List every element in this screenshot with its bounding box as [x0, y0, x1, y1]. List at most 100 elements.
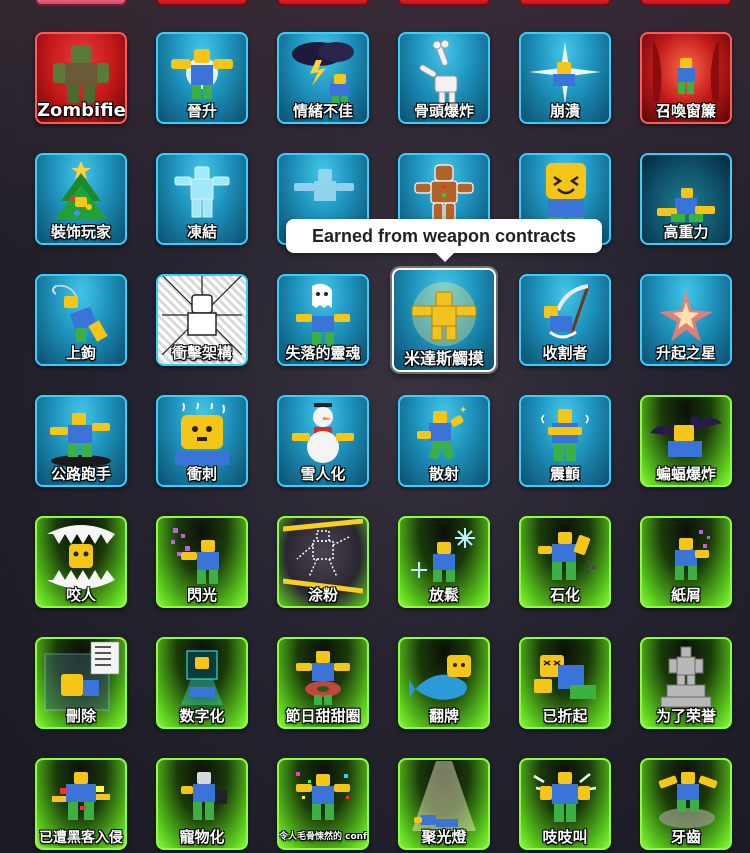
scatter-icon: ✦	[417, 405, 467, 460]
emote-label: 雪人化	[300, 465, 346, 483]
curtain-icon	[653, 41, 719, 102]
emote-card-ascend[interactable]: 晉升	[156, 32, 248, 124]
laughing-face-icon	[546, 162, 586, 225]
emote-card-folded[interactable]: 已折起	[519, 637, 611, 729]
dash-face-icon	[175, 402, 229, 465]
storm-cloud-icon	[292, 41, 354, 104]
emote-label: 散射	[428, 465, 459, 483]
ghost-icon	[296, 283, 350, 346]
bite-teeth-icon	[47, 524, 115, 589]
emote-card-digitize[interactable]: 数字化	[156, 637, 248, 729]
emote-card-chalk[interactable]: 涂粉	[277, 516, 369, 608]
emote-label: 高重力	[663, 223, 709, 241]
emote-card-curtain[interactable]: 召喚窗簾	[640, 32, 732, 124]
flash-burst-icon	[529, 41, 601, 104]
emote-card-road-runner[interactable]: 公路跑手	[35, 395, 127, 487]
tremble-icon	[541, 408, 589, 461]
emote-label: 令人毛骨悚然的 confetti	[279, 832, 367, 842]
bat-icon	[650, 415, 722, 457]
snowflake-icon	[411, 527, 475, 582]
emote-card-bat-burst[interactable]: 蝙蝠爆炸	[640, 395, 732, 487]
emote-label: 失落的靈魂	[285, 344, 361, 362]
ascend-icon	[171, 48, 233, 99]
emote-label: 衝擊架構	[171, 344, 232, 362]
emote-card-relax[interactable]: 放鬆	[398, 516, 490, 608]
scythe-icon	[544, 283, 590, 339]
emote-label: 已遭黑客入侵	[39, 830, 123, 846]
emote-card-spotlight[interactable]: 聚光燈	[398, 758, 490, 850]
emote-card-holiday-donut[interactable]: 節日甜甜圈	[277, 637, 369, 729]
emote-label: 閃光	[186, 586, 217, 604]
pet-icon	[181, 771, 227, 820]
emote-label: 已折起	[542, 707, 588, 725]
emote-card-delete[interactable]: 刪除	[35, 637, 127, 729]
emote-label: 咬人	[65, 586, 96, 604]
emote-card-tremble[interactable]: 震顫	[519, 395, 611, 487]
emote-card-bite[interactable]: 咬人	[35, 516, 127, 608]
emote-card-hacked[interactable]: 已遭黑客入侵	[35, 758, 127, 850]
emote-card-creepy-confetti[interactable]: 令人毛骨悚然的 confetti	[277, 758, 369, 850]
emote-card-impact-frame[interactable]: 衝擊架構	[156, 274, 248, 366]
donut-icon	[296, 650, 350, 705]
runner-icon	[50, 412, 111, 467]
emote-card-zombified[interactable]: Zombified	[35, 32, 127, 124]
squeak-icon	[533, 771, 597, 822]
emote-label: 寵物化	[179, 828, 225, 846]
tooltip-arrow	[435, 252, 455, 262]
emote-card-bone-burst[interactable]: 骨頭爆炸	[398, 32, 490, 124]
emote-label: Zombified	[37, 100, 126, 121]
emote-label: 衝刺	[186, 465, 217, 483]
bone-icon	[419, 39, 458, 105]
emote-card-squeak[interactable]: 吱吱叫	[519, 758, 611, 850]
emote-card-teeth[interactable]: 牙齒	[640, 758, 732, 850]
emote-card-petrify[interactable]: 石化	[519, 516, 611, 608]
emote-card-petify[interactable]: 寵物化	[156, 758, 248, 850]
gold-figure-icon	[411, 282, 477, 346]
hologram-icon	[181, 650, 223, 705]
emote-label: 石化	[549, 586, 580, 604]
emote-label: 放鬆	[428, 586, 459, 604]
emote-grid: Zombified 晉升 情緒不佳	[0, 0, 750, 853]
emote-label: 蝙蝠爆炸	[655, 465, 716, 483]
emote-label: 紙屑	[670, 586, 701, 604]
emote-card-paper-scraps[interactable]: 紙屑	[640, 516, 732, 608]
confetti-icon	[296, 771, 350, 820]
emote-card-reaper[interactable]: 收割者	[519, 274, 611, 366]
emote-card-dash[interactable]: 衝刺	[156, 395, 248, 487]
emote-card-high-gravity[interactable]: 高重力	[640, 153, 732, 245]
emote-label: 吱吱叫	[542, 828, 588, 846]
emote-label: 米達斯觸摸	[403, 349, 484, 368]
snowman-icon	[292, 402, 354, 463]
emote-card-for-honor[interactable]: 为了荣誉	[640, 637, 732, 729]
emote-card-flash[interactable]: 閃光	[156, 516, 248, 608]
emote-label: 公路跑手	[50, 465, 111, 483]
emote-card-hooked[interactable]: 上鉤	[35, 274, 127, 366]
emote-label: 崩潰	[549, 102, 580, 120]
emote-label: 上鉤	[65, 344, 96, 362]
emote-label: 收割者	[542, 344, 588, 362]
emote-label: 聚光燈	[421, 828, 467, 846]
emote-label: 为了荣誉	[655, 707, 716, 725]
emote-card-breakdown[interactable]: 崩潰	[519, 32, 611, 124]
tooltip: Earned from weapon contracts	[286, 219, 602, 253]
emote-label: 裝饰玩家	[50, 223, 111, 241]
emote-card-midas-touch[interactable]: 米達斯觸摸	[392, 268, 496, 372]
gingerbread-icon	[414, 164, 474, 222]
ice-statue-icon	[294, 168, 354, 201]
emote-label: 情緒不佳	[292, 102, 353, 120]
emote-label: 節日甜甜圈	[285, 707, 361, 725]
emote-card-snowman[interactable]: 雪人化	[277, 395, 369, 487]
emote-card-decorate[interactable]: 裝饰玩家	[35, 153, 127, 245]
emote-card-scatter[interactable]: ✦ 散射	[398, 395, 490, 487]
emote-label: 晉升	[186, 102, 217, 120]
emote-label: 牙齒	[670, 828, 701, 846]
stone-icon	[538, 531, 595, 580]
emote-label: 数字化	[179, 707, 225, 725]
fish-flip-icon	[409, 654, 471, 700]
emote-card-flip[interactable]: 翻牌	[398, 637, 490, 729]
emote-card-freeze[interactable]: 凍結	[156, 153, 248, 245]
glitch-icon	[52, 771, 110, 820]
emote-card-moody[interactable]: 情緒不佳	[277, 32, 369, 124]
emote-card-rising-star[interactable]: 升起之星	[640, 274, 732, 366]
emote-card-lost-soul[interactable]: 失落的靈魂	[277, 274, 369, 366]
